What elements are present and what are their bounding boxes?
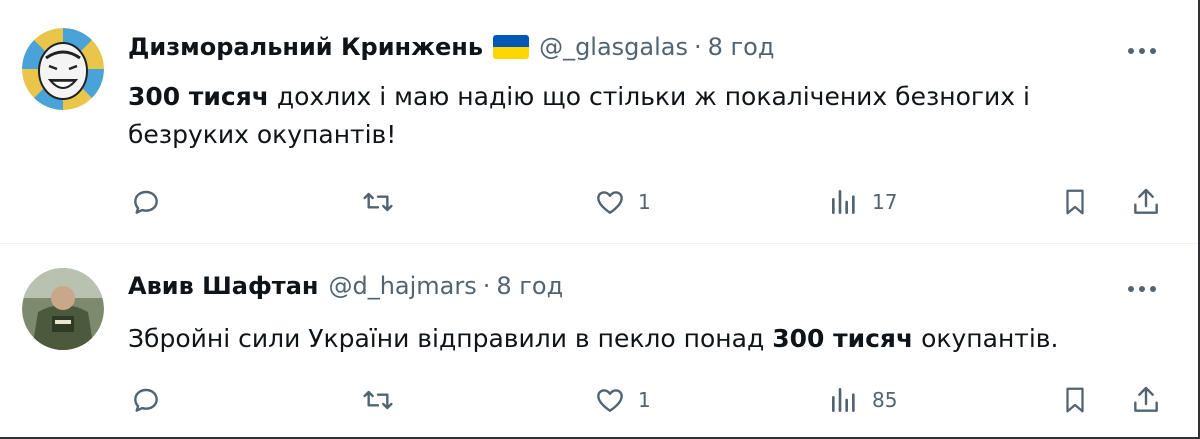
reply-button[interactable] — [130, 182, 162, 222]
reply-button[interactable] — [130, 380, 162, 420]
views-count: 17 — [872, 190, 898, 214]
bookmark-button[interactable] — [1060, 380, 1090, 420]
retweet-icon — [363, 390, 393, 410]
ukraine-flag-icon — [493, 35, 530, 59]
tweet-text-bold: 300 тисяч — [128, 82, 269, 111]
tweet[interactable]: Авив Шафтан @d_hajmars · 8 год Збройні с… — [0, 244, 1198, 437]
timestamp[interactable]: 8 год — [496, 272, 563, 300]
views-icon — [832, 388, 855, 412]
more-icon — [1128, 286, 1156, 292]
avatar[interactable] — [22, 28, 104, 110]
views-count: 85 — [872, 388, 898, 412]
tweet[interactable]: Дизморальний Кринжень @_glasgalas · 8 го… — [0, 0, 1198, 244]
reply-icon — [134, 190, 158, 214]
views-button[interactable]: 85 — [828, 380, 897, 420]
author-name[interactable]: Дизморальний Кринжень — [128, 33, 483, 61]
bookmark-button[interactable] — [1060, 182, 1090, 222]
like-count: 1 — [638, 388, 651, 412]
share-icon — [1134, 386, 1158, 412]
separator: · — [482, 272, 491, 300]
tweet-header: Авив Шафтан @d_hajmars · 8 год — [128, 272, 563, 300]
share-button[interactable] — [1130, 182, 1162, 222]
tweet-text-bold: 300 тисяч — [772, 324, 914, 353]
heart-icon — [597, 389, 623, 412]
tweet-header: Дизморальний Кринжень @_glasgalas · 8 го… — [128, 33, 774, 61]
heart-icon — [597, 191, 623, 214]
like-count: 1 — [638, 190, 651, 214]
more-button[interactable] — [1122, 274, 1162, 304]
retweet-button[interactable] — [360, 380, 396, 420]
bookmark-icon — [1066, 189, 1084, 215]
share-icon — [1134, 188, 1158, 214]
like-button[interactable]: 1 — [594, 182, 651, 222]
author-handle[interactable]: @_glasgalas — [539, 33, 688, 61]
more-button[interactable] — [1122, 36, 1162, 66]
separator: · — [694, 33, 702, 61]
tweet-actions: 1 17 — [0, 182, 1198, 222]
bookmark-icon — [1066, 387, 1084, 413]
tweet-text: Збройні сили України відправили в пекло … — [128, 320, 1138, 358]
more-icon — [1128, 48, 1156, 54]
reply-icon — [134, 388, 158, 412]
author-handle[interactable]: @d_hajmars — [328, 272, 476, 300]
views-button[interactable]: 17 — [828, 182, 897, 222]
author-name[interactable]: Авив Шафтан — [128, 272, 318, 300]
like-button[interactable]: 1 — [594, 380, 651, 420]
tweet-text-after: окупантів. — [913, 324, 1059, 353]
views-icon — [832, 190, 855, 214]
retweet-button[interactable] — [360, 182, 396, 222]
share-button[interactable] — [1130, 380, 1162, 420]
tweet-actions: 1 85 — [0, 380, 1198, 420]
tweet-text-before: Збройні сили України відправили в пекло … — [128, 324, 773, 353]
timestamp[interactable]: 8 год — [708, 33, 775, 61]
avatar[interactable] — [22, 268, 104, 350]
retweet-icon — [363, 192, 393, 212]
tweet-text: 300 тисяч дохлих і маю надію що стільки … — [128, 78, 1138, 154]
